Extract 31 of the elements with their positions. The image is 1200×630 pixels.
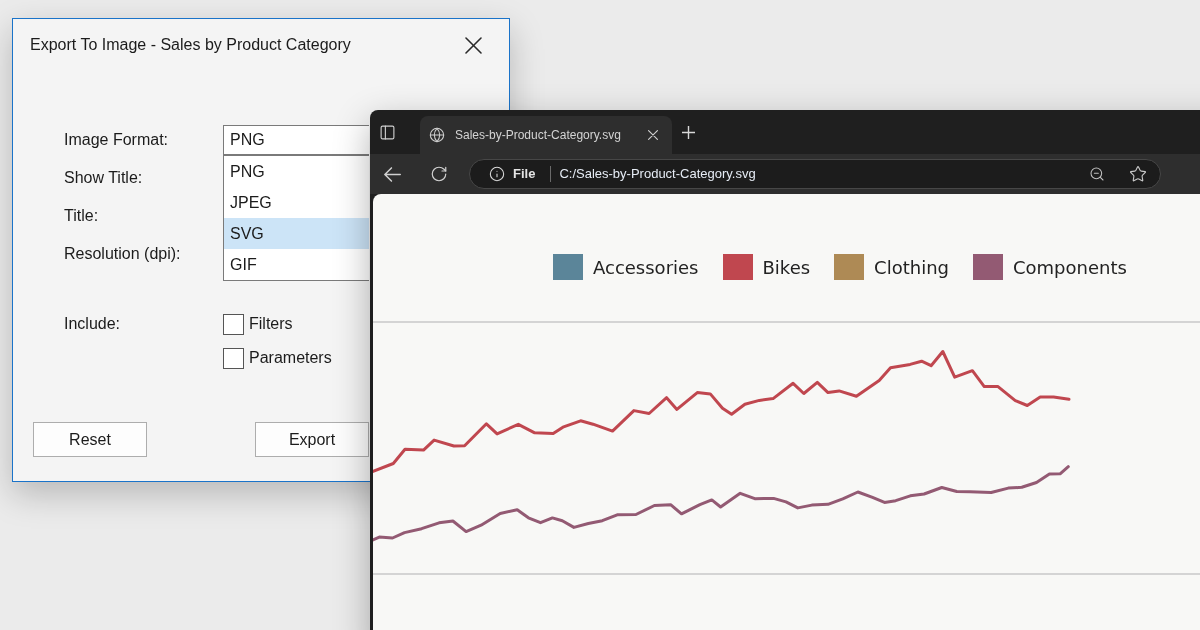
browser-tab[interactable]: Sales-by-Product-Category.svg bbox=[420, 116, 672, 154]
legend-label: Bikes bbox=[762, 255, 811, 280]
field-label: Title: bbox=[64, 206, 100, 226]
address-url: C:/Sales-by-Product-Category.svg bbox=[559, 165, 756, 184]
format-dropdown[interactable]: PNG bbox=[223, 125, 369, 155]
field-label: Show Title: bbox=[64, 168, 144, 188]
checkbox[interactable] bbox=[223, 313, 244, 335]
dropdown-option[interactable]: SVG bbox=[224, 218, 369, 249]
checkbox-label[interactable]: Parameters bbox=[249, 348, 332, 368]
checkbox[interactable] bbox=[223, 347, 244, 369]
field-label: Image Format: bbox=[64, 130, 170, 150]
legend-label: Components bbox=[1013, 255, 1127, 280]
close-icon[interactable] bbox=[465, 36, 482, 54]
legend-label: Clothing bbox=[874, 255, 949, 280]
star-icon[interactable] bbox=[1129, 165, 1147, 183]
checkbox-label[interactable]: Filters bbox=[249, 314, 293, 334]
plus-icon[interactable] bbox=[682, 125, 695, 139]
dialog-title: Export To Image - Sales by Product Category bbox=[30, 35, 351, 55]
info-icon bbox=[489, 166, 505, 182]
magnifier-minus-icon[interactable] bbox=[1089, 166, 1105, 182]
field-label: Resolution (dpi): bbox=[64, 244, 182, 264]
circular-arrow-icon[interactable] bbox=[430, 165, 448, 183]
field-label: Include: bbox=[64, 314, 121, 334]
sidebar-icon[interactable] bbox=[379, 123, 396, 141]
dialog-button[interactable]: Export bbox=[255, 422, 369, 457]
address-bar[interactable]: File C:/Sales-by-Product-Category.svg bbox=[469, 159, 1161, 189]
site-info-button[interactable]: File bbox=[482, 162, 543, 186]
globe-icon bbox=[429, 127, 445, 143]
arrow-left-icon[interactable] bbox=[384, 166, 401, 182]
dialog-button[interactable]: Reset bbox=[33, 422, 147, 457]
legend-label: Accessories bbox=[593, 255, 699, 280]
